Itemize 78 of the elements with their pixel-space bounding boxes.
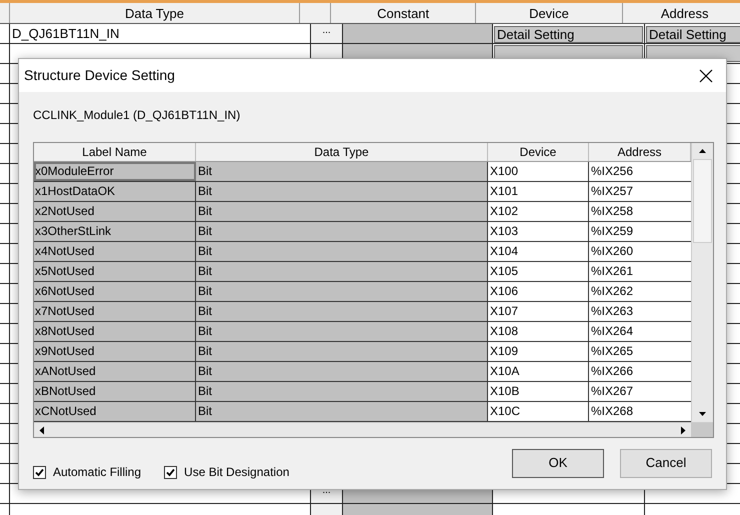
column-header: Device	[476, 3, 623, 23]
column-header: Device	[488, 143, 589, 161]
column-header: Label Name	[34, 143, 196, 161]
table-cell[interactable]: x0ModuleError	[34, 162, 196, 181]
checkbox-label: Automatic Filling	[53, 464, 142, 481]
column-header: Constant	[331, 3, 476, 23]
table-cell-text: %IX261	[590, 263, 634, 280]
table-cell-text: %IX265	[590, 343, 634, 360]
table-cell: Bit	[196, 342, 488, 361]
table-cell: Bit	[196, 362, 488, 381]
scroll-left-icon[interactable]	[38, 426, 46, 434]
table-cell[interactable]: x4NotUsed	[34, 242, 196, 261]
table-cell[interactable]: x7NotUsed	[34, 302, 196, 321]
dialog-button[interactable]: OK	[512, 448, 604, 478]
checkbox[interactable]	[33, 466, 46, 478]
table-cell: X10C	[488, 402, 589, 421]
table-cell: X104	[488, 242, 589, 261]
check-icon	[166, 468, 176, 476]
table-cell-text: %IX260	[590, 243, 634, 260]
table-cell: Bit	[196, 242, 488, 261]
check-icon	[35, 468, 44, 476]
scroll-thumb[interactable]	[693, 159, 712, 243]
table-cell: Bit	[196, 402, 488, 421]
table-cell[interactable]: x6NotUsed	[34, 282, 196, 301]
table-cell: X10B	[488, 382, 589, 401]
table-cell-text: %IX267	[590, 383, 634, 400]
table-cell: Bit	[196, 222, 488, 241]
table-cell: Bit	[196, 382, 488, 401]
checkbox[interactable]	[164, 466, 178, 478]
table-cell: Bit	[196, 282, 488, 301]
table-cell[interactable]: x3OtherStLink	[34, 222, 196, 241]
window-title: Structure Device Setting	[24, 66, 175, 85]
table-cell-text: %IX262	[590, 283, 634, 300]
checkbox-label: Use Bit Designation	[184, 464, 290, 481]
table-cell: X105	[488, 262, 589, 281]
table-cell: X102	[488, 202, 589, 221]
table-cell[interactable]: x8NotUsed	[34, 322, 196, 341]
table-cell: X101	[488, 182, 589, 201]
column-header: Data Type	[196, 143, 488, 161]
table-cell[interactable]: xCNotUsed	[34, 402, 196, 421]
table-cell: D_QJ61BT11N_IN	[12, 26, 120, 41]
table-cell: Bit	[196, 302, 488, 321]
table-cell: X107	[488, 302, 589, 321]
table-cell: Bit	[196, 322, 488, 341]
table-cell: X108	[488, 322, 589, 341]
vertical-scrollbar[interactable]	[691, 143, 713, 422]
detail-setting-button[interactable]: Detail Setting	[494, 26, 643, 43]
table-cell[interactable]: xBNotUsed	[34, 382, 196, 401]
table-cell-text: %IX258	[590, 203, 634, 220]
table-cell: X103	[488, 222, 589, 241]
table-cell[interactable]: xANotUsed	[34, 362, 196, 381]
table-cell-text: %IX266	[590, 363, 634, 380]
scroll-right-icon[interactable]	[679, 426, 687, 434]
table-cell[interactable]: x9NotUsed	[34, 342, 196, 361]
table-cell: X10A	[488, 362, 589, 381]
table-cell: Bit	[196, 162, 488, 181]
table-cell-text: %IX263	[590, 303, 634, 320]
table-cell-text: %IX256	[590, 163, 634, 180]
table-cell-text: %IX264	[590, 323, 634, 340]
table-cell: X100	[488, 162, 589, 181]
module-label: CCLINK_Module1 (D_QJ61BT11N_IN)	[33, 108, 240, 122]
column-header: Data Type	[10, 3, 300, 23]
table-cell: Bit	[196, 202, 488, 221]
table-cell: X106	[488, 282, 589, 301]
close-icon	[699, 68, 713, 82]
table-cell[interactable]: x2NotUsed	[34, 202, 196, 221]
column-header: Address	[660, 5, 710, 23]
table-cell: X109	[488, 342, 589, 361]
table-cell: Bit	[196, 262, 488, 281]
browse-button[interactable]: ...	[311, 24, 343, 43]
table-cell-text: %IX268	[590, 403, 634, 420]
table-cell[interactable]: x5NotUsed	[34, 262, 196, 281]
detail-setting-button[interactable]: Detail Setting	[646, 26, 740, 43]
table-cell-text: %IX257	[590, 183, 634, 200]
table-cell-text: %IX259	[590, 223, 634, 240]
table-cell[interactable]: x1HostDataOK	[34, 182, 196, 201]
dialog-button[interactable]: Cancel	[620, 448, 712, 478]
table-cell: Bit	[196, 182, 488, 201]
